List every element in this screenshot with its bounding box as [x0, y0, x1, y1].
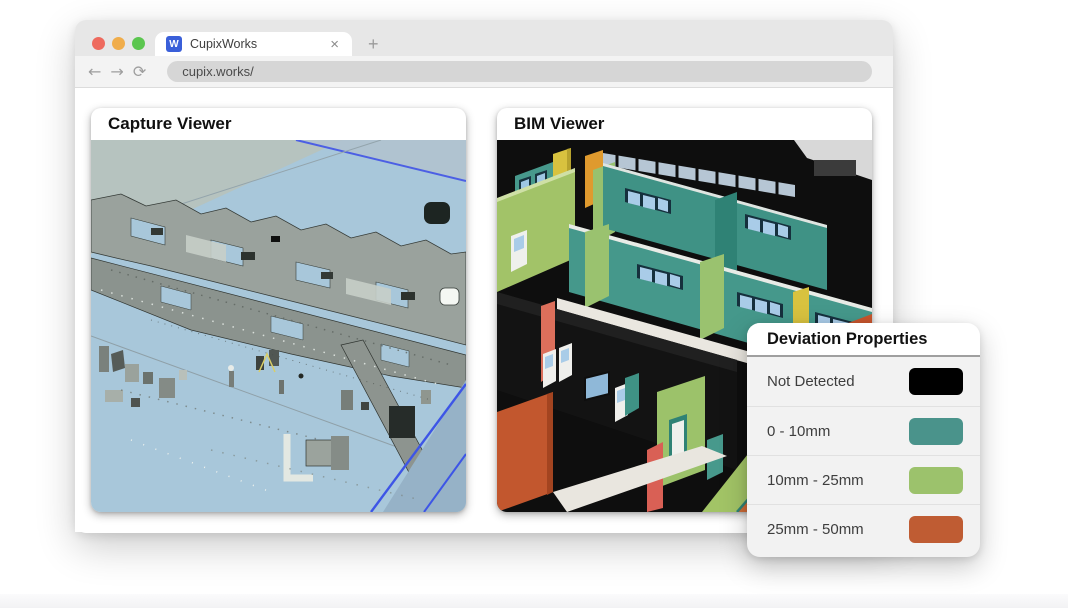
page: W CupixWorks × + ← → ⟳ cupix.works/ Capt…: [0, 0, 1068, 608]
capture-viewer-panel: Capture Viewer: [91, 108, 466, 512]
legend-row-10-25mm: 10mm - 25mm: [747, 455, 980, 504]
capture-viewport[interactable]: [91, 140, 466, 512]
browser-tab-cupixworks[interactable]: W CupixWorks ×: [155, 32, 352, 56]
cupixworks-favicon-icon: W: [166, 36, 182, 52]
traffic-light-zoom-button[interactable]: [132, 37, 145, 50]
tab-close-icon[interactable]: ×: [327, 35, 342, 54]
legend-row-0-10mm: 0 - 10mm: [747, 406, 980, 455]
legend-color-swatch: [909, 368, 963, 395]
page-footer-band: [0, 594, 1068, 608]
reload-icon[interactable]: ⟳: [133, 64, 146, 80]
legend-color-swatch: [909, 467, 963, 494]
legend-color-swatch: [909, 418, 963, 445]
traffic-light-minimize-button[interactable]: [112, 37, 125, 50]
capture-viewer-title: Capture Viewer: [91, 108, 466, 140]
browser-address-bar: ← → ⟳ cupix.works/: [75, 56, 893, 88]
deviation-properties-title: Deviation Properties: [747, 323, 980, 357]
url-field[interactable]: cupix.works/: [167, 61, 872, 82]
legend-color-swatch: [909, 516, 963, 543]
new-tab-button[interactable]: +: [368, 32, 379, 56]
forward-icon[interactable]: →: [110, 64, 123, 80]
legend-row-not-detected: Not Detected: [747, 357, 980, 406]
tab-title: CupixWorks: [190, 37, 327, 51]
traffic-light-close-button[interactable]: [92, 37, 105, 50]
bim-viewer-title: BIM Viewer: [497, 108, 872, 140]
legend-row-25-50mm: 25mm - 50mm: [747, 504, 980, 553]
back-icon[interactable]: ←: [88, 64, 101, 80]
legend-label: Not Detected: [767, 373, 855, 390]
legend-label: 10mm - 25mm: [767, 472, 864, 489]
legend-label: 0 - 10mm: [767, 423, 830, 440]
capture-pointcloud-canvas[interactable]: [91, 140, 466, 512]
deviation-properties-panel: Deviation Properties Not Detected 0 - 10…: [747, 323, 980, 557]
browser-tab-strip: W CupixWorks × +: [75, 20, 893, 56]
legend-label: 25mm - 50mm: [767, 521, 864, 538]
